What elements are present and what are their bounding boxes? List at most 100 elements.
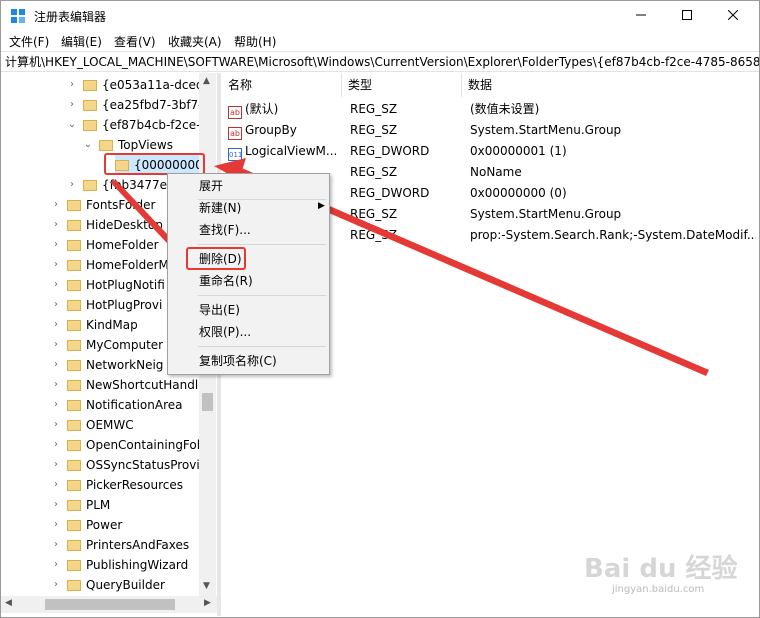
value-type: REG_SZ <box>350 165 398 179</box>
tree-item[interactable]: › PLM <box>54 495 110 515</box>
tree-expand-icon[interactable]: › <box>51 515 61 535</box>
menu-favorites[interactable]: 收藏夹(A) <box>168 33 222 50</box>
tree-expand-icon[interactable]: › <box>51 275 61 295</box>
menu-file[interactable]: 文件(F) <box>9 33 49 50</box>
tree-item-label: {ea25fbd7-3bf7- <box>102 98 203 112</box>
tree-expand-icon[interactable]: › <box>51 455 61 475</box>
tree-hscroll-thumb[interactable] <box>45 599 175 610</box>
menu-item-permissions[interactable]: 权限(P)... <box>168 321 329 343</box>
scroll-up-icon[interactable]: ▲ <box>203 76 210 86</box>
tree-item[interactable]: › OEMWC <box>54 415 134 435</box>
tree-expand-icon[interactable]: › <box>67 175 77 195</box>
value-data: System.StartMenu.Group <box>470 207 622 221</box>
menu-view[interactable]: 查看(V) <box>114 33 156 50</box>
minimize-icon <box>636 14 646 16</box>
tree-item[interactable]: › QueryBuilder <box>54 575 165 595</box>
tree-item[interactable]: › NetworkNeig <box>54 355 164 375</box>
folder-icon <box>83 80 97 91</box>
tree-expand-icon[interactable]: › <box>51 415 61 435</box>
tree-expand-icon[interactable]: › <box>51 295 61 315</box>
menu-edit[interactable]: 编辑(E) <box>61 33 102 50</box>
tree-item[interactable]: ⌄ {ef87b4cb-f2ce-4 <box>68 115 208 135</box>
tree-item[interactable]: › PublishingWizard <box>54 555 188 575</box>
tree-expand-icon[interactable]: › <box>51 235 61 255</box>
column-header-name[interactable]: 名称 <box>222 73 342 97</box>
column-header-type[interactable]: 类型 <box>342 73 462 97</box>
tree-item[interactable]: › HideDesktop <box>54 215 163 235</box>
tree-expand-icon[interactable]: › <box>51 535 61 555</box>
tree-item[interactable]: › HomeFolder <box>54 235 159 255</box>
tree-item[interactable]: › {ea25fbd7-3bf7- <box>70 95 203 115</box>
column-header-data[interactable]: 数据 <box>462 73 758 97</box>
tree-item[interactable]: ⌄ TopViews <box>84 135 173 155</box>
title-bar: 注册表编辑器 <box>1 1 759 31</box>
tree-item[interactable]: › PrintersAndFaxes <box>54 535 189 555</box>
tree-expand-icon[interactable]: › <box>51 555 61 575</box>
tree-expand-icon[interactable]: › <box>51 215 61 235</box>
tree-expand-icon[interactable]: › <box>67 95 77 115</box>
tree-expand-icon[interactable]: › <box>51 195 61 215</box>
tree-item[interactable]: › PickerResources <box>54 475 183 495</box>
tree-item-label: NetworkNeig <box>86 358 164 372</box>
menu-help[interactable]: 帮助(H) <box>234 33 276 50</box>
tree-item-label: NotificationArea <box>86 398 183 412</box>
tree-expand-icon[interactable]: › <box>51 375 61 395</box>
menu-item-new[interactable]: 新建(N) <box>168 197 329 219</box>
value-row[interactable]: ab (默认) REG_SZ (数值未设置) <box>222 99 758 120</box>
tree-expand-icon[interactable]: › <box>51 435 61 455</box>
tree-item[interactable]: › {e053a11a-dced- <box>70 75 208 95</box>
menu-separator <box>198 346 326 347</box>
menu-item-expand[interactable]: 展开 <box>168 175 329 197</box>
tree-item-label: HomeFolder <box>86 238 159 252</box>
close-button[interactable] <box>710 1 756 31</box>
tree-item[interactable]: › NotificationArea <box>54 395 183 415</box>
tree-item[interactable]: › HomeFolderM <box>54 255 169 275</box>
tree-expand-icon[interactable]: › <box>51 255 61 275</box>
tree-item-label: MyComputer <box>86 338 164 352</box>
tree-expand-icon[interactable]: ⌄ <box>67 115 77 135</box>
tree-item[interactable]: › Power <box>54 515 122 535</box>
value-type: REG_SZ <box>350 228 398 242</box>
tree-item[interactable]: › HotPlugNotifi <box>54 275 165 295</box>
tree-item[interactable]: › OSSyncStatusProvic <box>54 455 206 475</box>
tree-item[interactable]: › KindMap <box>54 315 138 335</box>
value-data: 0x00000000 (0) <box>470 186 567 200</box>
tree-expand-icon[interactable]: › <box>51 475 61 495</box>
scroll-left-icon[interactable]: ◀ <box>5 598 12 608</box>
value-name: (默认) <box>245 102 279 116</box>
folder-icon <box>83 120 97 131</box>
tree-expand-icon[interactable]: › <box>51 495 61 515</box>
tree-expand-icon[interactable]: › <box>51 355 61 375</box>
scroll-right-icon[interactable]: ▶ <box>204 598 211 608</box>
tree-item[interactable]: › {fbb3477e- <box>70 175 171 195</box>
tree-expand-icon[interactable]: › <box>51 335 61 355</box>
folder-icon <box>67 580 81 591</box>
tree-horizontal-scrollbar[interactable]: ◀ ▶ <box>1 596 217 613</box>
menu-item-export[interactable]: 导出(E) <box>168 299 329 321</box>
window-title: 注册表编辑器 <box>34 10 107 24</box>
menu-item-copy-key-name[interactable]: 复制项名称(C) <box>168 350 329 372</box>
tree-expand-icon[interactable]: ⌄ <box>83 135 93 155</box>
menu-item-rename[interactable]: 重命名(R) <box>168 270 329 292</box>
tree-item-label: TopViews <box>118 138 173 152</box>
maximize-button[interactable] <box>664 1 710 31</box>
menu-item-find[interactable]: 查找(F)... <box>168 219 329 241</box>
minimize-button[interactable] <box>618 1 664 31</box>
scroll-down-icon[interactable]: ▼ <box>203 581 210 591</box>
tree-item[interactable]: › MyComputer <box>54 335 164 355</box>
tree-item[interactable]: › FontsFolder <box>54 195 155 215</box>
tree-expand-icon[interactable]: › <box>67 75 77 95</box>
folder-icon <box>67 260 81 271</box>
tree-item[interactable]: › OpenContainingFol <box>54 435 200 455</box>
value-row[interactable]: 011 LogicalViewM... REG_DWORD 0x00000001 (1… <box>222 141 758 162</box>
tree-expand-icon[interactable]: › <box>51 575 61 595</box>
tree-scroll-thumb[interactable] <box>202 393 213 411</box>
tree-item[interactable]: › NewShortcutHandle <box>54 375 206 395</box>
tree-expand-icon[interactable]: › <box>51 395 61 415</box>
tree-item[interactable]: › HotPlugProvi <box>54 295 162 315</box>
tree-item-label: KindMap <box>86 318 138 332</box>
address-bar[interactable]: 计算机\HKEY_LOCAL_MACHINE\SOFTWARE\Microsof… <box>1 51 759 72</box>
tree-expand-icon[interactable]: › <box>51 315 61 335</box>
value-row[interactable]: ab GroupBy REG_SZ System.StartMenu.Group <box>222 120 758 141</box>
folder-icon <box>67 200 81 211</box>
